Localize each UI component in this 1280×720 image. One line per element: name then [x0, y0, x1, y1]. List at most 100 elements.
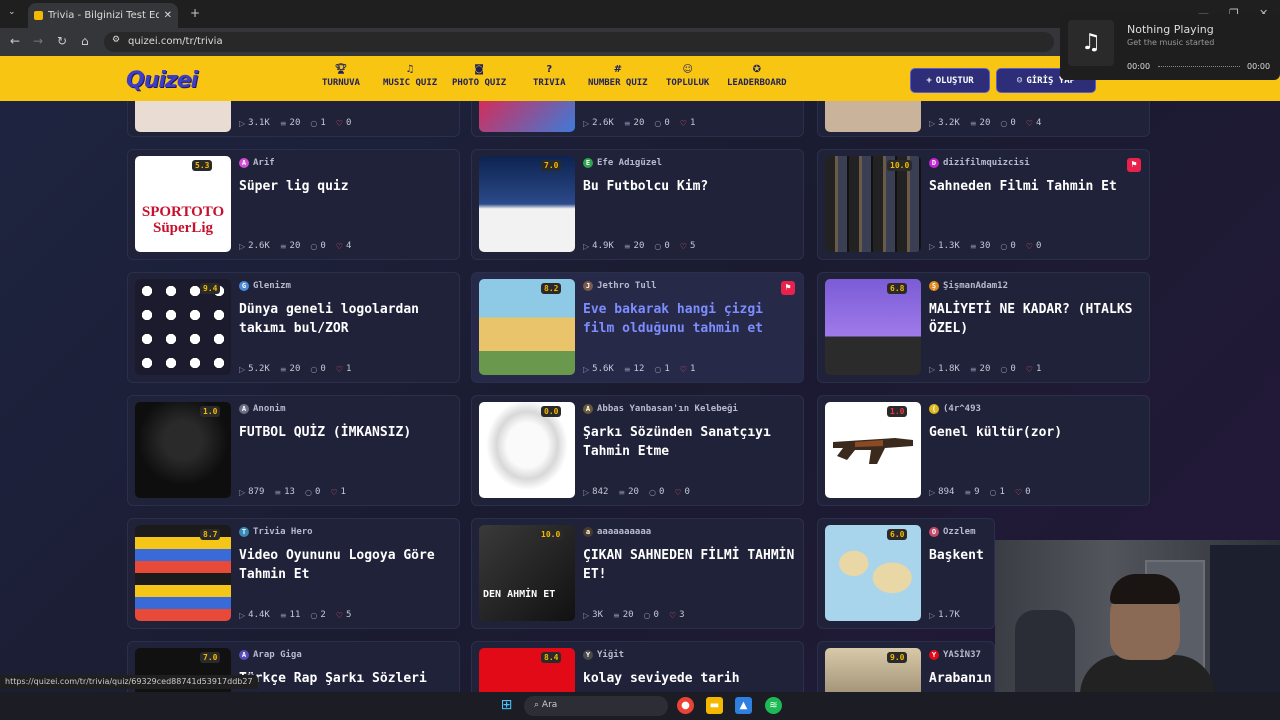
comments-icon: ○	[1000, 241, 1008, 251]
questions-icon: ≡	[279, 364, 287, 374]
quiz-card[interactable]: 7.0 E Efe Adıgüzel Bu Futbolcu Kim? ▷ 4.9K…	[471, 149, 804, 260]
quiz-card[interactable]: 6.8 Ş ŞişmanAdam12 MALİYETİ NE KADAR? (HT…	[817, 272, 1150, 383]
reload-icon[interactable]: ↻	[57, 34, 67, 48]
quiz-author[interactable]: Ddizifilmquizcisi	[929, 158, 1030, 168]
quiz-card[interactable]: 1.0 A Anonim FUTBOL QUİZ (İMKANSIZ) ▷ 879 …	[127, 395, 460, 506]
likes-icon: ♡	[1014, 487, 1023, 497]
comments-icon: ○	[310, 364, 318, 374]
nav-leaderboard[interactable]: ✪ LEADERBOARD	[727, 64, 787, 88]
quiz-author[interactable]: G Glenizm	[239, 281, 291, 291]
rifle-icon	[833, 438, 913, 464]
quiz-title[interactable]: ÇIKAN SAHNEDEN FİLMİ TAHMİN ET!	[583, 546, 797, 584]
status-url: https://quizei.com/tr/trivia/quiz/69329c…	[0, 675, 258, 689]
quiz-title[interactable]: kolay seviyede tarih	[583, 669, 797, 688]
new-tab-icon[interactable]: +	[190, 6, 200, 20]
bookmark-icon[interactable]: ⚑	[1127, 158, 1141, 172]
quiz-card[interactable]: 8.4 Y Yiğit kolay seviyede tarih	[471, 641, 804, 692]
app-icon[interactable]: ▲	[735, 697, 752, 714]
quiz-title[interactable]: Eve bakarak hangi çizgi film olduğunu ta…	[583, 300, 797, 338]
quiz-title[interactable]: Bu Futbolcu Kim?	[583, 177, 797, 196]
spotify-icon[interactable]: ≋	[765, 697, 782, 714]
nav-number-quiz[interactable]: # NUMBER QUIZ	[588, 64, 648, 88]
avatar: A	[239, 650, 249, 660]
quiz-title[interactable]: Şarkı Sözünden Sanatçıyı Tahmin Etme	[583, 423, 797, 461]
site-logo[interactable]: Quizei	[126, 68, 198, 93]
quiz-author[interactable]: A Abbas Yanbasan'ın Kelebeği	[583, 404, 738, 414]
nav-topluluk[interactable]: ☺ TOPLULUK	[666, 64, 709, 88]
quiz-title[interactable]: Sahneden Filmi Tahmin Et	[929, 177, 1143, 196]
medal-icon: ✪	[752, 64, 761, 75]
quiz-author[interactable]: J Jethro Tull	[583, 281, 657, 291]
nav-music-quiz[interactable]: ♫ MUSIC QUIZ	[383, 64, 437, 88]
back-icon[interactable]: ←	[10, 34, 20, 48]
music-note-icon: ♫	[1068, 20, 1114, 66]
questions-icon: ≡	[274, 487, 282, 497]
quiz-card[interactable]: 9.4 G Glenizm Dünya geneli logolardan tak…	[127, 272, 460, 383]
quiz-author[interactable]: A Arap Giga	[239, 650, 302, 660]
rating-badge: 6.0	[887, 529, 908, 540]
quiz-author[interactable]: Y Yiğit	[583, 650, 624, 660]
quiz-title[interactable]: Dünya geneli logolardan takımı bul/ZOR	[239, 300, 453, 338]
quiz-card[interactable]: ▷ 2.6K ≡ 20 ○ 0 ♡ 1	[471, 101, 804, 137]
quiz-card[interactable]: 9.0 Y YASİN37 Arabanın	[817, 641, 995, 692]
quiz-title[interactable]: MALİYETİ NE KADAR? (HTALKS ÖZEL)	[929, 300, 1143, 338]
quiz-title[interactable]: Video Oyununu Logoya Göre Tahmin Et	[239, 546, 453, 584]
nav-photo-quiz[interactable]: ◙ PHOTO QUIZ	[452, 64, 506, 88]
quiz-author[interactable]: A Arif	[239, 158, 275, 168]
create-button[interactable]: + OLUŞTUR	[910, 68, 990, 93]
bookmark-icon[interactable]: ⚑	[781, 281, 795, 295]
wall-art	[1210, 545, 1280, 715]
quiz-author[interactable]: Y YASİN37	[929, 650, 981, 660]
quiz-title[interactable]: Süper lig quiz	[239, 177, 453, 196]
taskbar-search[interactable]: ⌕ Ara	[524, 696, 668, 716]
browser-tab[interactable]: Trivia - Bilginizi Test Edin - Quiz ✕	[28, 3, 178, 28]
quiz-title[interactable]: Genel kültür(zor)	[929, 423, 1143, 442]
author-name: Trivia Hero	[253, 527, 313, 537]
quiz-card[interactable]: 10.0 ⚑ Ddizifilmquizcisi Sahneden Filmi …	[817, 149, 1150, 260]
quiz-title[interactable]: Türkçe Rap Şarkı Sözleri	[239, 669, 453, 688]
quiz-stats: ▷ 5.6K ≡ 12 ○ 1 ♡ 1	[583, 364, 695, 374]
quiz-card[interactable]: ▷ 3.2K ≡ 20 ○ 0 ♡ 4	[817, 101, 1150, 137]
quiz-card[interactable]: 1.0 ((4r^493 Genel kültür(zor) ▷ 894 ≡ 9 ○…	[817, 395, 1150, 506]
quiz-card[interactable]: DEN AHMİN ET 10.0 a aaaaaaaaaa ÇIKAN SAHN…	[471, 518, 804, 629]
views-icon: ▷	[929, 610, 936, 620]
quiz-card[interactable]: 8.2 ⚑ J Jethro Tull Eve bakarak hangi çiz…	[471, 272, 804, 383]
quiz-author[interactable]: Ş ŞişmanAdam12	[929, 281, 1008, 291]
author-name: Arif	[253, 158, 275, 168]
chrome-icon[interactable]: ●	[677, 697, 694, 714]
quiz-author[interactable]: T Trivia Hero	[239, 527, 313, 537]
folder-icon[interactable]: ▬	[706, 697, 723, 714]
tab-list-icon[interactable]: ⌄	[8, 7, 16, 17]
media-progress[interactable]	[1158, 66, 1240, 69]
quiz-stats: ▷ 5.2K ≡ 20 ○ 0 ♡ 1	[239, 364, 351, 374]
author-name: YASİN37	[943, 650, 981, 660]
home-icon[interactable]: ⌂	[81, 34, 89, 48]
quiz-author[interactable]: a aaaaaaaaaa	[583, 527, 651, 537]
quiz-author[interactable]: ((4r^493	[929, 404, 981, 414]
quiz-title[interactable]: FUTBOL QUİZ (İMKANSIZ)	[239, 423, 453, 442]
rating-badge: 9.0	[887, 652, 908, 663]
views-icon: ▷	[239, 118, 246, 128]
quiz-author[interactable]: O Ozzlem	[929, 527, 976, 537]
quiz-card[interactable]: 8.7 T Trivia Hero Video Oyununu Logoya Gö…	[127, 518, 460, 629]
forward-icon[interactable]: →	[33, 34, 43, 48]
close-tab-icon[interactable]: ✕	[164, 10, 172, 21]
author-name: Yiğit	[597, 650, 625, 660]
quiz-author[interactable]: A Anonim	[239, 404, 286, 414]
address-bar[interactable]: ⚙ quizei.com/tr/trivia	[104, 32, 1054, 52]
quiz-card[interactable]: 6.0 O Ozzlem Başkent ▷ 1.7K	[817, 518, 995, 629]
create-label: OLUŞTUR	[935, 75, 974, 86]
nav-label: TOPLULUK	[666, 78, 710, 88]
windows-start-icon[interactable]: ⊞	[498, 697, 515, 714]
quiz-card[interactable]: 0.0 A Abbas Yanbasan'ın Kelebeği Şarkı Sö…	[471, 395, 804, 506]
author-name: Glenizm	[253, 281, 291, 291]
site-info-icon[interactable]: ⚙	[112, 35, 120, 45]
nav-turnuva[interactable]: 🏆︎ TURNUVA	[322, 64, 360, 88]
quiz-card[interactable]: ▷ 3.1K ≡ 20 ○ 1 ♡ 0	[127, 101, 460, 137]
avatar: Y	[929, 650, 939, 660]
questions-icon: ≡	[969, 241, 977, 251]
quiz-author[interactable]: E Efe Adıgüzel	[583, 158, 662, 168]
quiz-card[interactable]: SPORTOTO SüperLig 5.3 A Arif Süper lig qu…	[127, 149, 460, 260]
nav-trivia[interactable]: ? TRIVIA	[533, 64, 566, 88]
nav-label: PHOTO QUIZ	[452, 78, 507, 88]
